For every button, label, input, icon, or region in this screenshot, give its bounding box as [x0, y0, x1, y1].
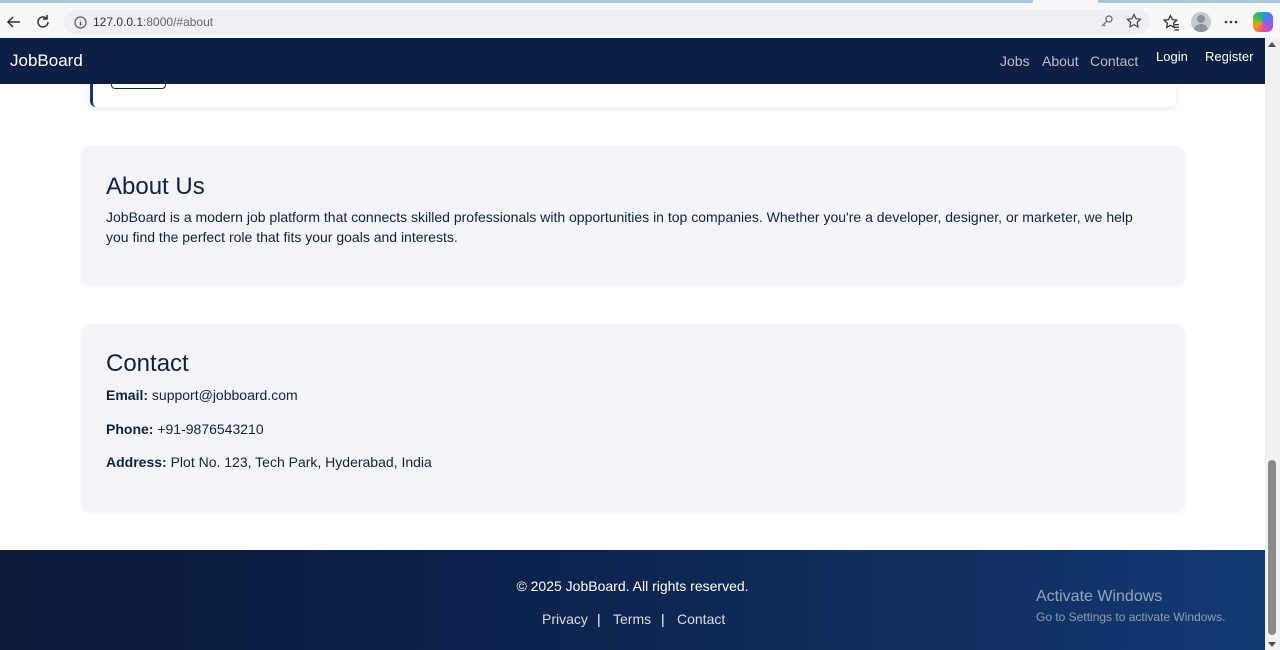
key-icon[interactable] — [1100, 14, 1114, 33]
contact-section: Contact Email: support@jobboard.com Phon… — [81, 324, 1185, 512]
scrollbar-thumb[interactable] — [1268, 460, 1276, 635]
nav-link-about[interactable]: About — [1042, 53, 1079, 69]
back-icon[interactable] — [3, 11, 25, 33]
contact-email: Email: support@jobboard.com — [106, 387, 298, 403]
address-label: Address: — [106, 454, 167, 470]
footer-link-contact[interactable]: Contact — [677, 611, 725, 627]
windows-activation-subtitle: Go to Settings to activate Windows. — [1036, 610, 1226, 624]
nav-link-jobs[interactable]: Jobs — [1000, 53, 1030, 69]
more-icon[interactable] — [1220, 11, 1242, 33]
about-title: About Us — [106, 173, 205, 200]
copilot-logo[interactable] — [1253, 12, 1273, 32]
footer-link-privacy[interactable]: Privacy — [542, 611, 588, 627]
tab-strip-edge — [1033, 0, 1098, 3]
login-link[interactable]: Login — [1156, 49, 1188, 64]
scroll-down-icon[interactable] — [1268, 642, 1276, 647]
star-icon[interactable] — [1126, 13, 1142, 34]
browser-toolbar: 127.0.0.1:8000/#about — [0, 0, 1280, 38]
url-text[interactable]: 127.0.0.1:8000/#about — [93, 15, 213, 29]
footer-link-terms[interactable]: Terms — [613, 611, 651, 627]
phone-value: +91-9876543210 — [157, 421, 264, 437]
avatar[interactable] — [1191, 12, 1211, 32]
address-bar[interactable]: 127.0.0.1:8000/#about — [64, 9, 1150, 35]
footer-separator: | — [661, 611, 665, 627]
register-link[interactable]: Register — [1205, 49, 1253, 64]
contact-address: Address: Plot No. 123, Tech Park, Hydera… — [106, 454, 432, 470]
reload-icon[interactable] — [32, 11, 54, 33]
page-scrollbar[interactable] — [1265, 38, 1280, 650]
info-icon[interactable] — [72, 14, 88, 30]
footer-separator: | — [597, 611, 601, 627]
address-value: Plot No. 123, Tech Park, Hyderabad, Indi… — [170, 454, 432, 470]
email-value: support@jobboard.com — [151, 387, 298, 403]
email-label: Email: — [106, 387, 149, 403]
site-navbar: JobBoard Jobs About Contact Login Regist… — [0, 38, 1265, 84]
about-description: JobBoard is a modern job platform that c… — [106, 209, 1133, 245]
site-footer: © 2025 JobBoard. All rights reserved. Pr… — [0, 550, 1265, 650]
profile-icon[interactable] — [1190, 11, 1212, 33]
brand-logo[interactable]: JobBoard — [10, 51, 83, 71]
windows-activation-title: Activate Windows — [1036, 588, 1163, 605]
contact-phone: Phone: +91-9876543210 — [106, 421, 264, 437]
scroll-up-icon[interactable] — [1268, 42, 1276, 47]
phone-label: Phone: — [106, 421, 154, 437]
contact-title: Contact — [106, 350, 189, 377]
nav-link-contact[interactable]: Contact — [1090, 53, 1138, 69]
favorites-icon[interactable] — [1160, 11, 1182, 33]
copilot-icon[interactable] — [1252, 11, 1274, 33]
about-section: About Us JobBoard is a modern job platfo… — [81, 146, 1185, 286]
